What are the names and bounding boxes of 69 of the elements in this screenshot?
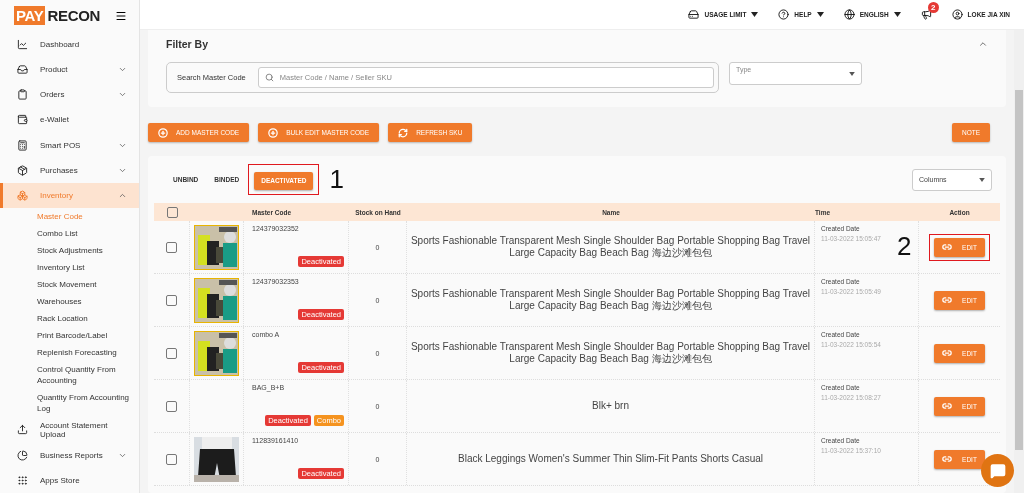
- sidebar-item[interactable]: Orders: [0, 82, 139, 108]
- help-icon[interactable]: [778, 9, 790, 20]
- grid-icon: [17, 474, 28, 486]
- caret-down-icon: [893, 12, 901, 17]
- sidebar-subitem[interactable]: Warehouses: [0, 293, 139, 311]
- sidebar-item[interactable]: Account Statement Upload: [0, 417, 139, 443]
- caret-down-icon: [979, 177, 985, 182]
- menu-icon[interactable]: [115, 9, 127, 22]
- caret-down-icon: [849, 71, 855, 76]
- checkbox[interactable]: [166, 294, 177, 306]
- link-icon: [942, 401, 953, 411]
- product-name: Sports Fashionable Transparent Mesh Single Shoulder Bag Portable Shopping Bag Travel Large Capacity Bag Beach Bag 海边沙滩包包: [409, 341, 812, 365]
- sidebar-item[interactable]: Product: [0, 56, 139, 83]
- wallet-icon: [17, 114, 28, 126]
- sidebar-subitem[interactable]: Inventory List: [0, 259, 139, 277]
- sidebar-subitem[interactable]: Replenish Forecasting: [0, 344, 139, 362]
- sidebar-subitem[interactable]: Combo List: [0, 225, 139, 243]
- sidebar-item[interactable]: Purchases: [0, 157, 139, 184]
- link-icon: [942, 295, 953, 305]
- product-name: Sports Fashionable Transparent Mesh Single Shoulder Bag Portable Shopping Bag Travel Large Capacity Bag Beach Bag 海边沙滩包包: [409, 235, 812, 259]
- user-icon[interactable]: [951, 9, 963, 20]
- upload-icon: [17, 424, 28, 436]
- collapse-icon[interactable]: [978, 39, 988, 49]
- logo[interactable]: PAY RECON: [14, 6, 101, 26]
- caret-down-icon: [816, 12, 824, 17]
- step-number: 1: [329, 164, 344, 195]
- chevron-down-icon[interactable]: [118, 65, 127, 74]
- checkbox[interactable]: [166, 206, 178, 218]
- sidebar-item[interactable]: Dashboard: [0, 31, 139, 57]
- plus-icon: [158, 127, 168, 138]
- link-icon: [942, 242, 953, 252]
- register-icon: [17, 139, 28, 151]
- sidebar-subitem[interactable]: Control Quantity From Accounting: [0, 361, 139, 390]
- checkbox[interactable]: [166, 241, 177, 253]
- sidebar-item[interactable]: Business Reports: [0, 442, 139, 468]
- sidebar-subitem[interactable]: Stock Movement: [0, 276, 139, 294]
- link-icon: [942, 348, 953, 358]
- notification-badge: 2: [927, 2, 939, 13]
- drive-icon[interactable]: [688, 9, 700, 20]
- chat-icon: [989, 462, 1006, 479]
- plus-icon: [268, 127, 279, 138]
- search-icon: [264, 73, 274, 82]
- checkbox[interactable]: [166, 400, 177, 412]
- sidebar-subitem[interactable]: Print Barcode/Label: [0, 327, 139, 345]
- boxes-icon: [17, 190, 28, 202]
- chart-icon: [17, 38, 28, 50]
- globe-icon[interactable]: [843, 9, 855, 20]
- checkbox[interactable]: [166, 453, 177, 465]
- package-icon: [17, 164, 28, 176]
- sidebar-subitem[interactable]: Stock Adjustments: [0, 242, 139, 260]
- sidebar-item[interactable]: Smart POS: [0, 132, 139, 158]
- link-icon: [942, 454, 953, 464]
- filter-title: Filter By: [166, 38, 208, 50]
- sidebar-subitem[interactable]: Quantity From Accounting Log: [0, 389, 139, 418]
- sidebar-subitem[interactable]: Rack Location: [0, 310, 139, 328]
- product-name: Black Leggings Women's Summer Thin Slim-Fit Pants Shorts Casual: [457, 453, 764, 465]
- product-name: Blk+ brn: [591, 400, 630, 412]
- step-number: 2: [897, 231, 912, 262]
- clipboard-icon: [17, 89, 28, 101]
- megaphone-icon[interactable]: [920, 9, 932, 20]
- sidebar-item[interactable]: e-Wallet: [0, 107, 139, 133]
- inbox-icon: [17, 64, 28, 75]
- caret-down-icon: [751, 12, 759, 17]
- product-name: Sports Fashionable Transparent Mesh Single Shoulder Bag Portable Shopping Bag Travel Large Capacity Bag Beach Bag 海边沙滩包包: [409, 288, 812, 312]
- pie-chart-icon: [17, 449, 28, 461]
- checkbox[interactable]: [166, 347, 177, 359]
- refresh-icon: [398, 127, 409, 138]
- sidebar-item[interactable]: Apps Store: [0, 467, 139, 493]
- scrollbar-thumb[interactable]: [1015, 90, 1023, 450]
